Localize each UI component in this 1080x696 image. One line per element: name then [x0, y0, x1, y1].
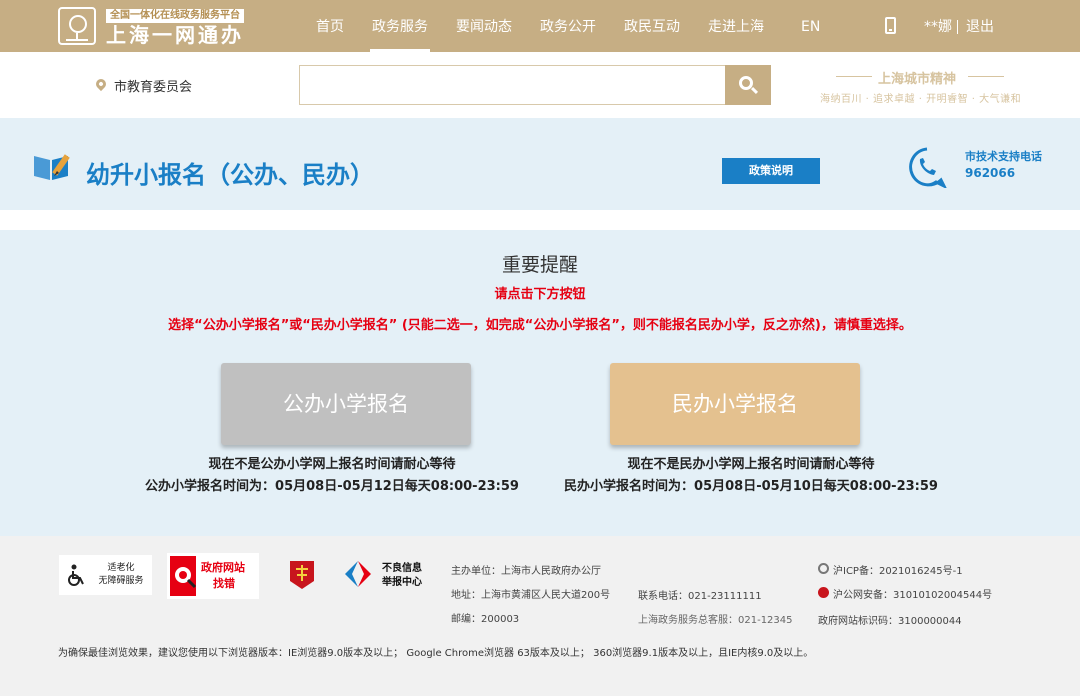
search-button[interactable] [725, 65, 771, 105]
service-header: 幼升小报名（公办、民办） 政策说明 市技术支持电话 962066 [0, 118, 1080, 210]
nav-english[interactable]: EN [801, 0, 820, 52]
wheelchair-icon [68, 564, 84, 586]
nav-home[interactable]: 首页 [316, 0, 344, 52]
footer: 适老化 无障碍服务 政府网站 找错 不良信息 举报中心 主办单位：上海市人民政府… [0, 536, 1080, 696]
divider [968, 76, 1004, 77]
private-time: 民办小学报名时间为：05月08日-05月10日每天08:00-23:59 [564, 479, 938, 494]
divider [957, 20, 958, 34]
accessibility-label-2: 无障碍服务 [98, 576, 144, 586]
police-record[interactable]: 沪公网安备：31010102004544号 [833, 586, 992, 601]
logo-title[interactable]: 上海一网通办 [106, 24, 244, 46]
notice-title: 重要提醒 [501, 254, 578, 276]
nav-about-shanghai[interactable]: 走进上海 [708, 0, 764, 52]
police-badge-icon [818, 587, 829, 598]
logo-subtitle: 全国一体化在线政务服务平台 [106, 9, 244, 23]
magnifier-icon [175, 567, 197, 589]
logout-link[interactable]: 退出 [966, 0, 994, 54]
report-center-icon[interactable] [342, 560, 374, 590]
search-input[interactable] [299, 65, 726, 105]
zip-code: 邮编：200003 [451, 614, 520, 625]
service-hotline: 上海政务服务总客服：021-12345 [638, 615, 793, 626]
search-row: 市教育委员会 上海城市精神 海纳百川 · 追求卓越 · 开明睿智 · 大气谦和 [0, 52, 1080, 118]
nav-news[interactable]: 要闻动态 [456, 0, 512, 52]
location-pin-icon [93, 76, 109, 92]
slogan-subtitle: 海纳百川 · 追求卓越 · 开明睿智 · 大气谦和 [820, 94, 1022, 105]
icp-number[interactable]: 沪ICP备：2021016245号-1 [833, 562, 963, 577]
divider [836, 76, 872, 77]
notice-subtitle: 请点击下方按钮 [494, 287, 586, 302]
report-label-1[interactable]: 不良信息 [382, 562, 422, 575]
site-code: 政府网站标识码：3100000044 [818, 616, 962, 627]
private-school-register-button[interactable]: 民办小学报名 [610, 363, 860, 445]
notice-panel: 重要提醒 请点击下方按钮 选择“公办小学报名”或“民办小学报名” (只能二选一，… [0, 230, 1080, 536]
public-time: 公办小学报名时间为：05月08日-05月12日每天08:00-23:59 [145, 479, 519, 494]
accessibility-badge[interactable]: 适老化 无障碍服务 [59, 555, 152, 595]
book-pencil-icon [34, 154, 70, 180]
public-school-register-button[interactable]: 公办小学报名 [221, 363, 471, 445]
host-unit: 主办单位：上海市人民政府办公厅 [451, 566, 601, 577]
browser-note: 为确保最佳浏览效果，建议您使用以下浏览器版本：IE浏览器9.0版本及以上； Go… [58, 648, 814, 659]
slogan-title: 上海城市精神 [878, 72, 957, 87]
party-emblem-icon[interactable] [288, 559, 316, 591]
address: 地址：上海市黄浦区人民大道200号 [451, 590, 611, 601]
notice-warning: 选择“公办小学报名”或“民办小学报名” (只能二选一，如完成“公办小学报名”，则… [168, 318, 912, 333]
gov-site-label-2: 找错 [213, 577, 235, 590]
nav-government-services[interactable]: 政务服务 [370, 0, 430, 52]
contact-phone: 联系电话：021-23111111 [638, 591, 762, 602]
top-bar: 全国一体化在线政务服务平台 上海一网通办 首页 政务服务 要闻动态 政务公开 政… [0, 0, 1080, 52]
gov-site-label-1: 政府网站 [201, 561, 245, 574]
public-status: 现在不是公办小学网上报名时间请耐心等待 [208, 457, 456, 472]
support-label: 市技术支持电话 [965, 150, 1042, 163]
report-label-2[interactable]: 举报中心 [382, 576, 422, 589]
user-name[interactable]: **娜 [924, 0, 952, 54]
policy-button[interactable]: 政策说明 [722, 158, 820, 184]
logo-icon[interactable] [58, 7, 96, 45]
phone-support-icon [909, 147, 947, 188]
icp-icon [818, 563, 829, 574]
service-title: 幼升小报名（公办、民办） [86, 161, 374, 189]
nav-open-government[interactable]: 政务公开 [540, 0, 596, 52]
support-phone: 962066 [965, 166, 1016, 180]
nav-interaction[interactable]: 政民互动 [624, 0, 680, 52]
private-status: 现在不是民办小学网上报名时间请耐心等待 [627, 457, 875, 472]
location-label[interactable]: 市教育委员会 [114, 76, 192, 95]
mobile-icon[interactable] [885, 17, 896, 34]
gov-site-report-badge[interactable]: 政府网站 找错 [167, 553, 259, 599]
accessibility-label-1: 适老化 [107, 563, 135, 573]
